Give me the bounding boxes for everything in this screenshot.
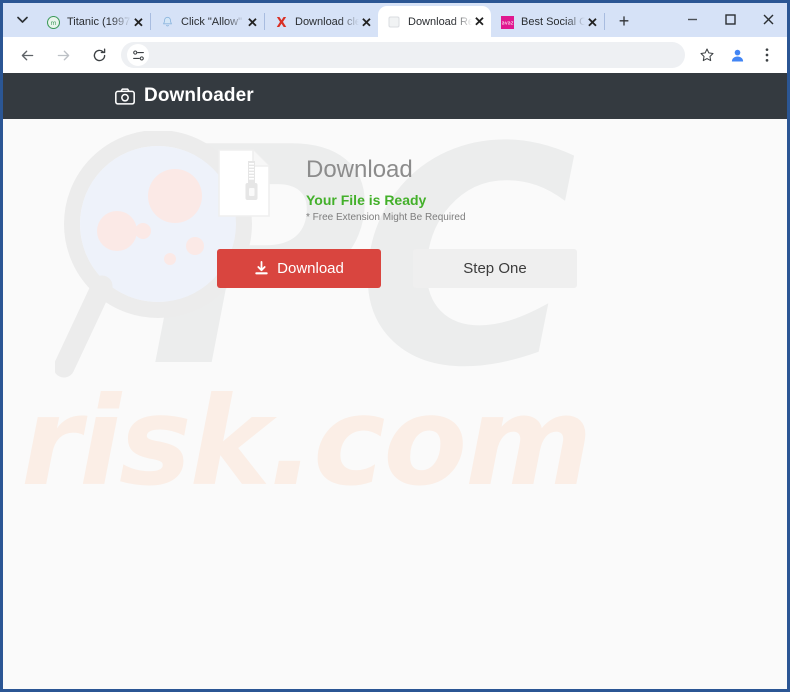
tab-separator (604, 13, 605, 30)
tab-title: Titanic (1997) (67, 16, 131, 28)
bell-icon (160, 15, 174, 29)
step-one-button[interactable]: Step One (413, 249, 577, 289)
browser-window: m Titanic (1997) ✕ Click "Allow" ✕ X Dow… (0, 0, 790, 692)
tab-strip: m Titanic (1997) ✕ Click "Allow" ✕ X Dow… (3, 3, 787, 37)
tab-title: Download Re (408, 15, 472, 28)
download-icon (255, 261, 268, 275)
zip-file-icon (218, 149, 270, 217)
window-minimize-button[interactable] (673, 3, 711, 35)
browser-toolbar (3, 37, 787, 73)
svg-text:X: X (276, 16, 286, 29)
tab-close-icon[interactable]: ✕ (245, 15, 260, 30)
web-page: Downloader PC risk.com Download Your Fil… (3, 73, 787, 689)
tab-title: Click "Allow" (181, 16, 242, 28)
site-header: Downloader (3, 73, 787, 119)
page-body: PC risk.com Download Your File is Ready … (3, 119, 787, 689)
browser-tab[interactable]: X Download cle ✕ (265, 7, 378, 37)
browser-tab-active[interactable]: Download Re ✕ (378, 6, 491, 37)
browser-tab[interactable]: m Titanic (1997) ✕ (37, 7, 150, 37)
magenta-square-icon: avaz (500, 15, 514, 29)
tab-close-icon[interactable]: ✕ (585, 15, 600, 30)
site-brand-title: Downloader (144, 85, 254, 106)
window-controls (673, 3, 787, 35)
profile-avatar-icon[interactable] (723, 41, 751, 69)
red-x-icon: X (274, 15, 288, 29)
download-title: Download (306, 156, 413, 183)
browser-tab[interactable]: Click "Allow" ✕ (151, 7, 264, 37)
new-tab-button[interactable]: + (611, 8, 637, 34)
watermark-risk: risk.com (21, 371, 592, 513)
tab-close-icon[interactable]: ✕ (359, 15, 374, 30)
download-button-label: Download (277, 260, 344, 278)
camera-icon (115, 87, 135, 105)
browser-tab[interactable]: avaz Best Social C ✕ (491, 7, 604, 37)
window-close-button[interactable] (749, 3, 787, 35)
svg-text:avaz: avaz (501, 20, 513, 26)
download-button[interactable]: Download (217, 249, 381, 289)
green-circle-icon: m (46, 15, 60, 29)
reload-icon[interactable] (84, 40, 114, 70)
file-text-block: Download Your File is Ready * Free Exten… (306, 149, 466, 223)
extension-note: * Free Extension Might Be Required (306, 212, 466, 224)
three-dot-menu-icon[interactable] (753, 41, 781, 69)
tune-icon[interactable] (127, 44, 149, 66)
step-one-button-label: Step One (463, 260, 527, 278)
tab-search-icon[interactable] (9, 7, 35, 33)
tab-title: Download cle (295, 16, 359, 28)
svg-text:m: m (50, 20, 56, 27)
window-maximize-button[interactable] (711, 3, 749, 35)
file-info-row: Download Your File is Ready * Free Exten… (218, 149, 787, 223)
action-button-row: Download Step One (217, 249, 787, 289)
download-card: Download Your File is Ready * Free Exten… (3, 119, 787, 289)
back-arrow-icon[interactable] (12, 40, 42, 70)
star-icon[interactable] (693, 41, 721, 69)
forward-arrow-icon (48, 40, 78, 70)
tab-title: Best Social C (521, 16, 585, 28)
tab-close-icon[interactable]: ✕ (472, 14, 487, 29)
blank-page-icon (387, 15, 401, 29)
file-ready-status: Your File is Ready (306, 192, 427, 209)
tab-close-icon[interactable]: ✕ (131, 15, 146, 30)
address-bar[interactable] (121, 42, 685, 68)
